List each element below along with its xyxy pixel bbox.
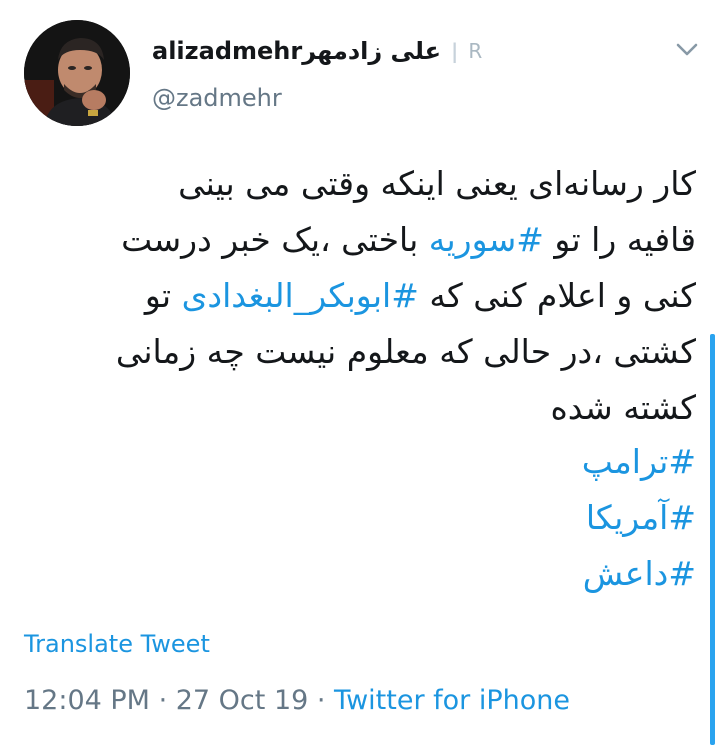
tweet-line: کشته شده: [550, 388, 696, 427]
tweet-text-segment: باختی ،یک خبر درست: [121, 220, 429, 259]
tweet-line: کار رسانه‌ای یعنی اینکه وقتی می بینی: [178, 164, 696, 203]
user-handle[interactable]: @zadmehr: [152, 84, 282, 112]
tweet-text-segment: قافیه را تو: [543, 220, 696, 259]
tweet-header: alizadmehrعلی زادمهر | R @zadmehr: [152, 30, 632, 130]
scrollbar[interactable]: [710, 334, 715, 745]
avatar-photo: [24, 20, 130, 126]
name-row: alizadmehrعلی زادمهر | R: [152, 34, 482, 68]
display-name[interactable]: alizadmehrعلی زادمهر: [152, 37, 441, 65]
meta-separator: ·: [308, 685, 335, 716]
registered-badge: R: [468, 39, 483, 63]
tweet-text-segment: تو: [144, 276, 182, 315]
hashtag-list: #ترامپ #آمریکا #داعش: [24, 434, 696, 602]
tweet-date: 27 Oct 19: [175, 685, 309, 716]
tweet-meta: 12:04 PM · 27 Oct 19 · Twitter for iPhon…: [24, 685, 570, 716]
meta-separator: ·: [149, 685, 176, 716]
hashtag-link[interactable]: #ترامپ: [24, 434, 696, 490]
verified-separator-icon: |: [451, 39, 459, 63]
tweet-line: کشتی ،در حالی که معلوم نیست چه زمانی: [115, 332, 696, 371]
tweet-line: قافیه را تو #سوریه باختی ،یک خبر درست: [24, 212, 696, 268]
chevron-down-icon[interactable]: [672, 34, 702, 64]
hashtag-link[interactable]: #ابوبکر_البغدادی: [182, 276, 419, 315]
hashtag-link[interactable]: #آمریکا: [24, 490, 696, 546]
tweet-source-link[interactable]: Twitter for iPhone: [334, 685, 570, 716]
avatar[interactable]: [24, 20, 130, 126]
tweet-text-segment: کنی و اعلام کنی که: [418, 276, 696, 315]
hashtag-link[interactable]: #داعش: [24, 546, 696, 602]
translate-tweet-link[interactable]: Translate Tweet: [24, 630, 210, 658]
tweet-time: 12:04 PM: [24, 685, 150, 716]
tweet-body: کار رسانه‌ای یعنی اینکه وقتی می بینی قاف…: [24, 156, 696, 436]
tweet-line: کنی و اعلام کنی که #ابوبکر_البغدادی تو: [24, 268, 696, 324]
hashtag-link[interactable]: #سوریه: [429, 220, 544, 259]
